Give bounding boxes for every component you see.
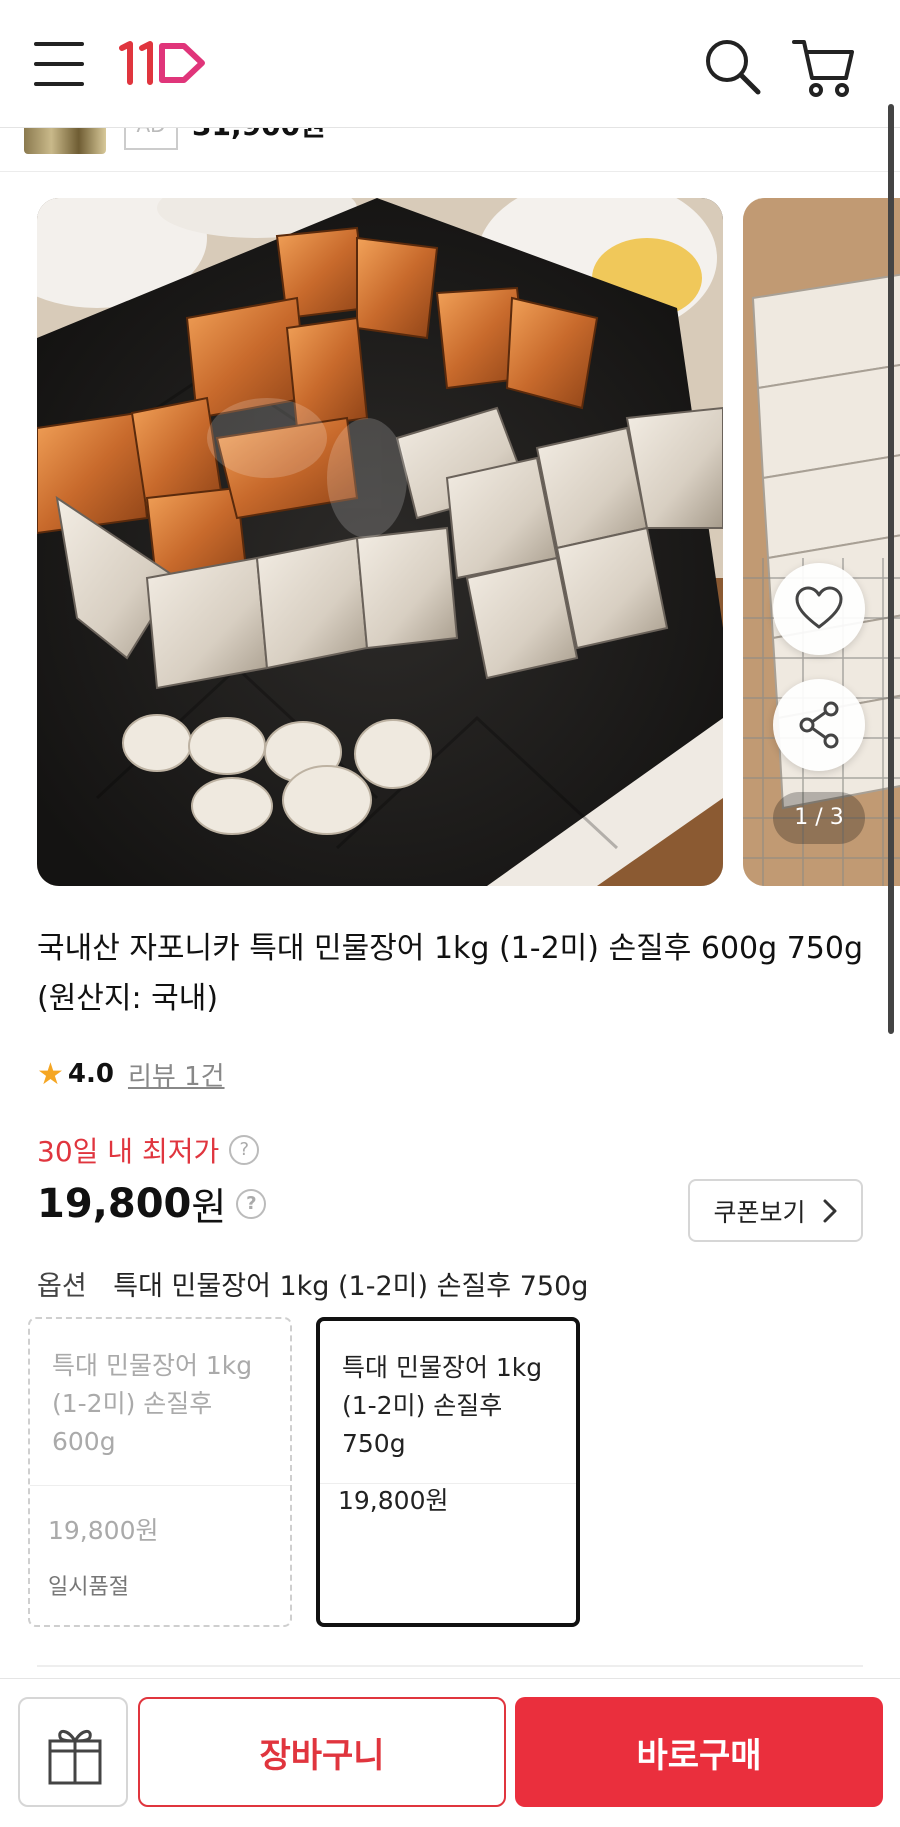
option-card-600g[interactable]: 특대 민물장어 1kg (1-2미) 손질후 600g 19,800원 일시품절 bbox=[28, 1317, 292, 1627]
image-counter: 1 / 3 bbox=[773, 792, 865, 844]
help-icon[interactable]: ? bbox=[229, 1135, 260, 1165]
top-header bbox=[0, 0, 900, 128]
gift-icon bbox=[48, 1730, 102, 1785]
product-title: 국내산 자포니카 특대 민물장어 1kg (1-2미) 손질후 600g 750… bbox=[37, 931, 864, 1016]
star-icon: ★ bbox=[37, 1056, 64, 1092]
lowest-price-label: 30일 내 최저가 ? bbox=[37, 1130, 260, 1170]
cart-icon[interactable] bbox=[790, 34, 856, 100]
price-help-icon[interactable]: ? bbox=[236, 1188, 267, 1219]
share-icon[interactable] bbox=[773, 679, 865, 771]
product-gallery[interactable]: 1 / 3 bbox=[37, 198, 900, 886]
chevron-right-icon bbox=[823, 1199, 836, 1222]
bottom-action-bar: 장바구니 바로구매 bbox=[0, 1678, 900, 1827]
product-photo-main[interactable] bbox=[37, 198, 723, 886]
price-number: 19,800 bbox=[37, 1180, 192, 1227]
option-selected-value: 특대 민물장어 1kg (1-2미) 손질후 750g bbox=[113, 1271, 589, 1302]
review-link[interactable]: 리뷰 1건 bbox=[128, 1056, 225, 1093]
scrollbar[interactable] bbox=[888, 104, 894, 1034]
price-unit: 원 bbox=[191, 1185, 227, 1229]
option-name: 특대 민물장어 1kg (1-2미) 손질후 600g bbox=[52, 1351, 253, 1456]
option-price: 19,800원 bbox=[338, 1486, 449, 1515]
gift-button[interactable] bbox=[18, 1697, 128, 1807]
option-divider bbox=[30, 1485, 290, 1486]
coupon-button-label: 쿠폰보기 bbox=[713, 1197, 806, 1227]
option-name: 특대 민물장어 1kg (1-2미) 손질후 750g bbox=[342, 1353, 543, 1458]
menu-icon[interactable] bbox=[34, 42, 86, 86]
product-page: AD 31,900원 ★★★★★ 495 bbox=[0, 0, 900, 1827]
search-icon[interactable] bbox=[700, 34, 764, 98]
add-to-cart-button[interactable]: 장바구니 bbox=[138, 1697, 506, 1807]
lowest-price-text: 30일 내 최저가 bbox=[37, 1135, 220, 1168]
sold-out-status: 일시품절 bbox=[48, 1575, 129, 1600]
heart-icon[interactable] bbox=[773, 563, 865, 655]
rating-row: ★ 4.0 리뷰 1건 bbox=[37, 1054, 225, 1094]
section-divider bbox=[37, 1665, 863, 1667]
product-photo-next[interactable] bbox=[743, 198, 900, 886]
option-label: 옵션 특대 민물장어 1kg (1-2미) 손질후 750g bbox=[37, 1264, 588, 1303]
grilled-eel-image bbox=[37, 198, 723, 886]
coupon-button[interactable]: 쿠폰보기 bbox=[688, 1179, 863, 1242]
raw-eel-image bbox=[743, 198, 900, 886]
price-row: 19,800 원 ? bbox=[37, 1176, 267, 1231]
option-price: 19,800원 bbox=[48, 1516, 159, 1545]
buy-now-button[interactable]: 바로구매 bbox=[515, 1697, 883, 1807]
option-card-750g-selected[interactable]: 특대 민물장어 1kg (1-2미) 손질후 750g 19,800원 bbox=[316, 1317, 580, 1627]
rating-score: 4.0 bbox=[67, 1059, 114, 1089]
logo[interactable] bbox=[116, 40, 208, 86]
option-key: 옵션 bbox=[37, 1271, 87, 1302]
